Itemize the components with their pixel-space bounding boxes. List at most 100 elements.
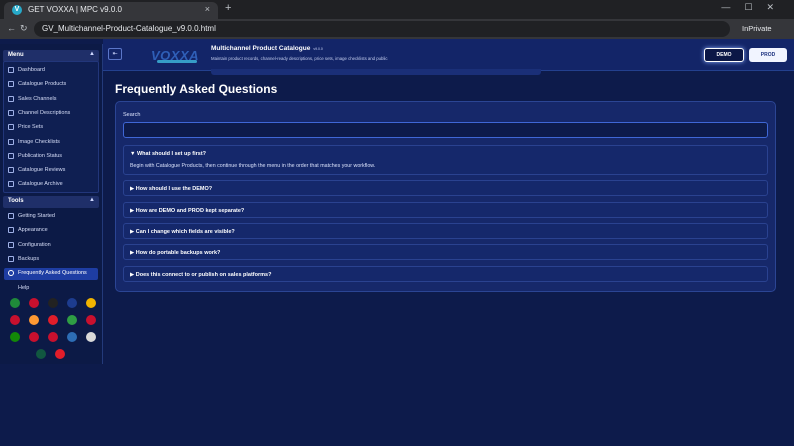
page-icon (8, 124, 14, 131)
tools-section-label: Tools (8, 198, 24, 204)
page-icon (8, 181, 14, 188)
url-text: GV_Multichannel-Product-Catalogue_v9.0.0… (42, 24, 216, 33)
faq-item[interactable]: ▶ How are DEMO and PROD kept separate? (123, 201, 768, 218)
faq-question-text: How should I use the DEMO? (135, 186, 213, 193)
sidebar-item-catalogue-reviews[interactable]: Catalogue Reviews (4, 165, 98, 177)
language-flag-icon[interactable] (10, 315, 20, 325)
language-flag-icon[interactable] (10, 298, 20, 308)
sidebar-item-catalogue-products[interactable]: Catalogue Products (4, 79, 98, 91)
app-version: v9.0.0 (313, 47, 323, 51)
sidebar-item-image-checklists[interactable]: Image Checklists (4, 137, 98, 149)
sidebar-item-catalogue-archive[interactable]: Catalogue Archive (4, 179, 98, 191)
sidebar-item-appearance[interactable]: Appearance (4, 225, 98, 237)
sidebar-item-help[interactable]: Help (4, 283, 98, 295)
sidebar-item-label: Channel Descriptions (18, 109, 71, 116)
sidebar-item-label: Image Checklists (18, 138, 60, 145)
tools-section-header[interactable]: Tools ▲ (3, 196, 99, 208)
back-icon[interactable]: ← (7, 23, 16, 33)
sidebar-item-backups[interactable]: Backups (4, 254, 98, 266)
sidebar-item-publication-status[interactable]: Publication Status (4, 151, 98, 163)
language-flag-icon[interactable] (67, 298, 77, 308)
sidebar: Menu ▲ Tools ▲ Dashboard Catalogue Produc… (0, 44, 103, 364)
language-flag-icon[interactable] (86, 298, 96, 308)
menu-section-label: Menu (8, 52, 24, 58)
sidebar-item-label: Configuration (18, 241, 51, 248)
sidebar-item-configuration[interactable]: Configuration (4, 240, 98, 252)
caret-right-icon: ▶ (130, 228, 135, 235)
faq-item[interactable]: ▶ Can I change which fields are visible? (123, 222, 768, 239)
browser-tab-title: GET VOXXA | MPC v9.0.0 (28, 5, 122, 14)
language-flag-icon[interactable] (29, 298, 39, 308)
faq-question-text: What should I set up first? (136, 151, 207, 157)
caret-right-icon: ▶ (130, 250, 135, 257)
faq-item[interactable]: ▶ How do portable backups work? (123, 244, 768, 261)
page-icon (8, 138, 14, 145)
window-controls[interactable]: —☐✕ (721, 2, 788, 13)
faq-item[interactable]: ▶ Does this connect to or publish on sal… (123, 265, 768, 282)
sidebar-item-label: Sales Channels (18, 95, 57, 102)
prod-mode-button[interactable]: PROD (749, 48, 787, 62)
language-flag-icon[interactable] (10, 332, 20, 342)
language-flag-icon[interactable] (67, 332, 77, 342)
url-field[interactable]: GV_Multichannel-Product-Catalogue_v9.0.0… (34, 21, 730, 37)
faq-question-text: Does this connect to or publish on sales… (135, 271, 272, 278)
faq-question[interactable]: ▶ How do portable backups work? (130, 250, 220, 256)
app-title-text: Multichannel Product Catalogue (211, 45, 311, 52)
language-flag-icon[interactable] (29, 315, 39, 325)
chevron-up-icon: ▲ (89, 197, 95, 203)
language-flag-icon[interactable] (48, 298, 58, 308)
demo-mode-button[interactable]: DEMO (704, 48, 744, 62)
sidebar-item-label: Dashboard (18, 67, 45, 73)
language-flag-icon[interactable] (48, 315, 58, 325)
browser-tab-bar: V GET VOXXA | MPC v9.0.0 × + —☐✕ (0, 0, 794, 19)
sidebar-item-label: Help (18, 284, 30, 291)
sidebar-item-price-sets[interactable]: Price Sets (4, 122, 98, 134)
search-input[interactable] (123, 122, 768, 138)
page-title: Frequently Asked Questions (115, 82, 278, 96)
voxxa-logo: VOXXA (151, 46, 205, 66)
sidebar-item-getting-started[interactable]: Getting Started (4, 211, 98, 223)
inprivate-badge[interactable]: InPrivate (742, 24, 772, 33)
faq-question[interactable]: ▶ Does this connect to or publish on sal… (130, 272, 271, 278)
language-flag-icon[interactable] (29, 332, 39, 342)
backup-icon (8, 255, 14, 262)
sidebar-item-label: Publication Status (18, 152, 63, 159)
language-flag-icon[interactable] (67, 315, 77, 325)
faq-question-text: How are DEMO and PROD kept separate? (135, 207, 245, 214)
chevron-up-icon: ▲ (89, 51, 95, 57)
page-icon (8, 81, 14, 88)
close-tab-icon[interactable]: × (205, 4, 210, 14)
language-flag-icon[interactable] (55, 349, 65, 359)
caret-right-icon: ▶ (130, 207, 135, 214)
sidebar-item-label: Catalogue Archive (18, 181, 63, 188)
palette-icon (8, 227, 14, 234)
question-icon (8, 270, 14, 277)
caret-down-icon: ▼ (130, 151, 136, 157)
faq-question[interactable]: ▶ Can I change which fields are visible? (130, 229, 235, 235)
language-flag-icon[interactable] (48, 332, 58, 342)
browser-tab[interactable]: V GET VOXXA | MPC v9.0.0 × (4, 2, 218, 19)
faq-item[interactable]: ▶ How should I use the DEMO? (123, 180, 768, 197)
faq-question[interactable]: ▶ How are DEMO and PROD kept separate? (130, 208, 244, 214)
collapse-sidebar-button[interactable]: ⇤ (108, 48, 122, 60)
reload-icon[interactable]: ↻ (20, 23, 28, 34)
sidebar-item-frequently-asked-questions[interactable]: Frequently Asked Questions (4, 268, 98, 281)
language-flag-icon[interactable] (86, 332, 96, 342)
sidebar-item-dashboard[interactable]: Dashboard (4, 65, 98, 77)
language-flag-icon[interactable] (36, 349, 46, 359)
logo-sweep-icon (157, 60, 197, 63)
sidebar-item-sales-channels[interactable]: Sales Channels (4, 94, 98, 106)
faq-question[interactable]: ▼ What should I set up first? (130, 151, 206, 157)
gear-icon (8, 241, 14, 248)
language-flag-icon[interactable] (86, 315, 96, 325)
sidebar-item-label: Frequently Asked Questions (18, 270, 87, 277)
new-tab-icon[interactable]: + (225, 2, 231, 14)
sidebar-item-channel-descriptions[interactable]: Channel Descriptions (4, 108, 98, 120)
faq-question-text: How do portable backups work? (135, 250, 221, 257)
faq-item[interactable]: ▼ What should I set up first? Begin with … (123, 145, 768, 175)
page-icon (8, 95, 14, 102)
faq-question-text: Can I change which fields are visible? (135, 228, 235, 235)
app-subtitle: Maintain product records, channel-ready … (211, 56, 388, 61)
faq-question[interactable]: ▶ How should I use the DEMO? (130, 186, 212, 192)
browser-address-bar: ← ↻ GV_Multichannel-Product-Catalogue_v9… (0, 19, 794, 39)
